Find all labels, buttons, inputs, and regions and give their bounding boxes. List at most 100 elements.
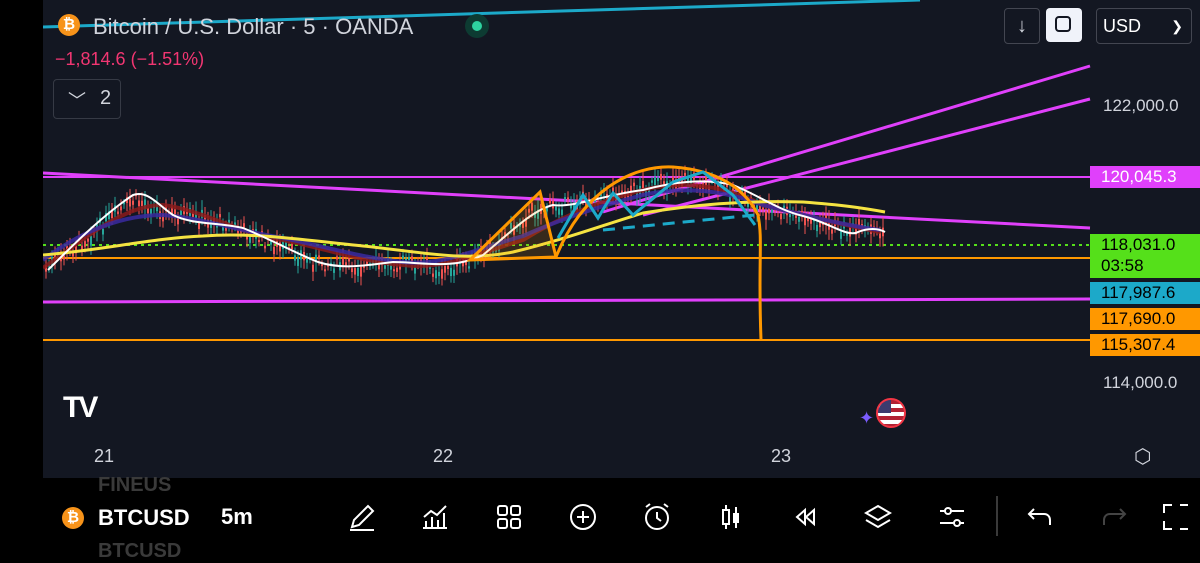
candle-up xyxy=(402,255,404,259)
scroll-down-button[interactable]: ↓ xyxy=(1004,8,1040,44)
candle-up xyxy=(414,267,416,274)
fullscreen-icon[interactable] xyxy=(1160,501,1192,533)
draw-icon[interactable] xyxy=(346,501,378,533)
candle-down xyxy=(354,268,356,275)
candle-down xyxy=(831,229,833,234)
arrow-down-icon: ↓ xyxy=(1017,15,1027,37)
currency-value: USD xyxy=(1103,16,1142,36)
candle-up xyxy=(561,209,563,215)
fullscreen-icon xyxy=(1055,16,1071,32)
indicators-count: 2 xyxy=(100,87,112,109)
candle-down xyxy=(321,264,323,267)
candle-up xyxy=(90,236,92,246)
price-tag-upper-resistance: 120,045.3 xyxy=(1090,166,1200,188)
orange-triangle-pattern[interactable] xyxy=(466,189,558,262)
candle-up xyxy=(450,267,452,277)
undo-icon[interactable] xyxy=(1024,501,1056,533)
candle-down xyxy=(336,256,338,260)
candle-up xyxy=(564,197,566,200)
candle-down xyxy=(447,265,449,270)
candle-up xyxy=(555,206,557,211)
candle-up xyxy=(384,265,386,269)
candle-up xyxy=(798,216,800,222)
candle-up xyxy=(840,231,842,239)
symbol-selector[interactable]: BTCUSD xyxy=(98,505,190,531)
candle-down xyxy=(312,264,314,272)
candle-up xyxy=(438,271,440,277)
scroll-ghost-symbol-above: FINEUS xyxy=(98,474,172,496)
symbol-title[interactable]: Bitcoin / U.S. Dollar · 5 · OANDA xyxy=(93,14,413,40)
magenta-support-line[interactable] xyxy=(43,297,1091,304)
magenta-channel-lower[interactable] xyxy=(642,97,1091,217)
time-axis-label: 22 xyxy=(433,446,454,466)
layers-icon[interactable] xyxy=(862,501,894,533)
candle-down xyxy=(324,269,326,272)
candle-down xyxy=(393,269,395,272)
candle-down xyxy=(549,199,551,204)
replay-icon[interactable] xyxy=(789,501,821,533)
candle-down xyxy=(804,216,806,226)
candle-type-icon[interactable] xyxy=(715,501,747,533)
chart-pane[interactable]: ₿ Bitcoin / U.S. Dollar · 5 · OANDA −1,8… xyxy=(43,0,1200,478)
chart-canvas[interactable] xyxy=(43,0,1200,478)
candle-down xyxy=(120,206,122,211)
add-icon[interactable] xyxy=(567,501,599,533)
candle-down xyxy=(660,173,662,180)
currency-select[interactable]: USD ❯ xyxy=(1096,8,1192,44)
candle-up xyxy=(408,256,410,261)
candle-up xyxy=(651,180,653,183)
tradingview-logo[interactable]: TV xyxy=(63,391,98,425)
candle-up xyxy=(546,207,548,212)
candle-up xyxy=(357,267,359,276)
time-axis-label: 21 xyxy=(94,446,115,466)
left-gutter xyxy=(0,0,43,478)
indicators-icon[interactable] xyxy=(419,501,451,533)
alert-icon[interactable] xyxy=(641,501,673,533)
bar-countdown: 03:58 xyxy=(1101,256,1144,275)
indicators-toggle-button[interactable]: ﹀ 2 xyxy=(53,79,121,119)
redo-icon[interactable] xyxy=(1098,501,1130,533)
price-tag-last-price: 118,031.0 03:58 xyxy=(1090,234,1200,278)
scroll-ghost-symbol-below: BTCUSD xyxy=(98,540,182,562)
candle-down xyxy=(432,273,434,277)
bottom-toolbar: FINEUS BTCUSD ₿ BTCUSD 5m xyxy=(0,474,1200,562)
candle-up xyxy=(468,266,470,269)
candle-down xyxy=(360,266,362,277)
timeframe-selector[interactable]: 5m xyxy=(221,504,253,530)
candle-down xyxy=(849,227,851,237)
us-flag-event-icon[interactable] xyxy=(876,398,906,428)
bitcoin-icon: ₿ xyxy=(58,14,80,36)
candle-down xyxy=(444,266,446,273)
price-tag-cyan-level: 117,987.6 xyxy=(1090,282,1200,304)
chevron-down-icon: ❯ xyxy=(1171,18,1183,34)
candle-down xyxy=(129,198,131,207)
sparkle-icon: ✦ xyxy=(859,408,875,428)
candle-down xyxy=(273,246,275,255)
settings-gear-icon[interactable]: ⬡ xyxy=(1134,444,1151,469)
fullscreen-button[interactable] xyxy=(1046,8,1082,42)
candle-down xyxy=(633,182,635,187)
settings-icon[interactable] xyxy=(936,501,968,533)
candle-up xyxy=(102,228,104,235)
bitcoin-icon: ₿ xyxy=(62,507,84,529)
candle-down xyxy=(567,197,569,200)
candle-up xyxy=(453,269,455,276)
templates-icon[interactable] xyxy=(493,501,525,533)
candle-down xyxy=(219,214,221,218)
price-change: −1,814.6 (−1.51%) xyxy=(55,49,205,69)
candle-down xyxy=(762,207,764,210)
candle-down xyxy=(765,211,767,220)
candle-down xyxy=(342,257,344,265)
candle-down xyxy=(84,241,86,247)
candle-down xyxy=(780,213,782,220)
candle-down xyxy=(351,268,353,273)
candle-down xyxy=(138,200,140,207)
candle-up xyxy=(297,257,299,266)
candle-down xyxy=(642,181,644,189)
candle-down xyxy=(141,200,143,207)
candle-down xyxy=(879,233,881,239)
price-tag-orange-level-1: 117,690.0 xyxy=(1090,308,1200,330)
candle-down xyxy=(621,190,623,193)
candle-down xyxy=(117,211,119,214)
candle-up xyxy=(657,177,659,182)
